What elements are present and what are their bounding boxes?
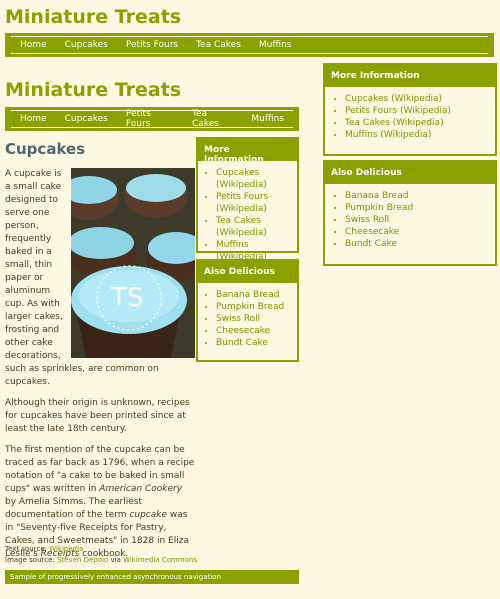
also-delicious-heading: Also Delicious [325,162,495,184]
main-nav: Home Cupcakes Petits Fours Tea Cakes Muf… [5,33,494,57]
inner-nav: Home Cupcakes Petits Fours Tea Cakes Muf… [5,107,299,131]
more-info-link[interactable]: Cupcakes (Wikipedia) [216,167,297,191]
article-body: TS A cupcake is a small cake designed to… [5,168,195,569]
also-delicious-box-outer: Also Delicious Banana Bread Pumpkin Brea… [323,160,497,266]
nav-cupcakes[interactable]: Cupcakes [56,114,117,124]
article-heading: Cupcakes [5,140,86,158]
also-delicious-heading: Also Delicious [198,261,297,283]
commons-link[interactable]: Wikimedia Commons [123,556,197,564]
also-link[interactable]: Banana Bread [345,190,495,202]
more-info-box-outer: More Information Cupcakes (Wikipedia) Pe… [323,63,497,156]
cupcake-image: TS [71,168,195,358]
more-info-heading: More Information [198,139,297,165]
also-link[interactable]: Pumpkin Bread [345,202,495,214]
more-info-box-inner: More Information Cupcakes (Wikipedia) Pe… [196,137,299,262]
also-link[interactable]: Banana Bread [216,289,297,301]
more-info-link[interactable]: Petits Fours (Wikipedia) [216,191,297,215]
cupcake-photo: TS [71,168,195,358]
inner-site-title: Miniature Treats [5,79,182,101]
more-info-link[interactable]: Cupcakes (Wikipedia) [345,93,495,105]
nav-tea-cakes[interactable]: Tea Cakes [183,109,242,129]
also-link[interactable]: Bundt Cake [216,337,297,349]
nav-home[interactable]: Home [11,114,56,124]
photographer-link[interactable]: Steven Depolo [57,556,108,564]
more-info-link[interactable]: Tea Cakes (Wikipedia) [345,117,495,129]
nav-home[interactable]: Home [11,40,56,50]
footer-bar: Sample of progressively enhanced asynchr… [5,570,299,584]
nav-tea-cakes[interactable]: Tea Cakes [187,40,250,50]
nav-muffins[interactable]: Muffins [250,40,301,50]
also-link[interactable]: Cheesecake [345,226,495,238]
wikipedia-link[interactable]: Wikipedia [49,545,83,553]
more-info-link[interactable]: Tea Cakes (Wikipedia) [216,215,297,239]
also-link[interactable]: Bundt Cake [345,238,495,250]
nav-cupcakes[interactable]: Cupcakes [56,40,117,50]
also-link[interactable]: Cheesecake [216,325,297,337]
credits: Text source: Wikipedia Image source: Ste… [5,545,197,564]
also-link[interactable]: Swiss Roll [216,313,297,325]
article-paragraph-2: Although their origin is unknown, recipe… [5,398,190,434]
icing-lettering: TS [110,283,143,313]
more-info-heading: More Information [325,65,495,87]
nav-petits-fours[interactable]: Petits Fours [117,109,183,129]
also-link[interactable]: Swiss Roll [345,214,495,226]
site-title: Miniature Treats [5,6,182,28]
nav-muffins[interactable]: Muffins [242,114,293,124]
nav-petits-fours[interactable]: Petits Fours [117,40,187,50]
more-info-link[interactable]: Muffins (Wikipedia) [345,129,495,141]
also-delicious-box-inner: Also Delicious Banana Bread Pumpkin Brea… [196,259,299,362]
more-info-link[interactable]: Petits Fours (Wikipedia) [345,105,495,117]
also-link[interactable]: Pumpkin Bread [216,301,297,313]
